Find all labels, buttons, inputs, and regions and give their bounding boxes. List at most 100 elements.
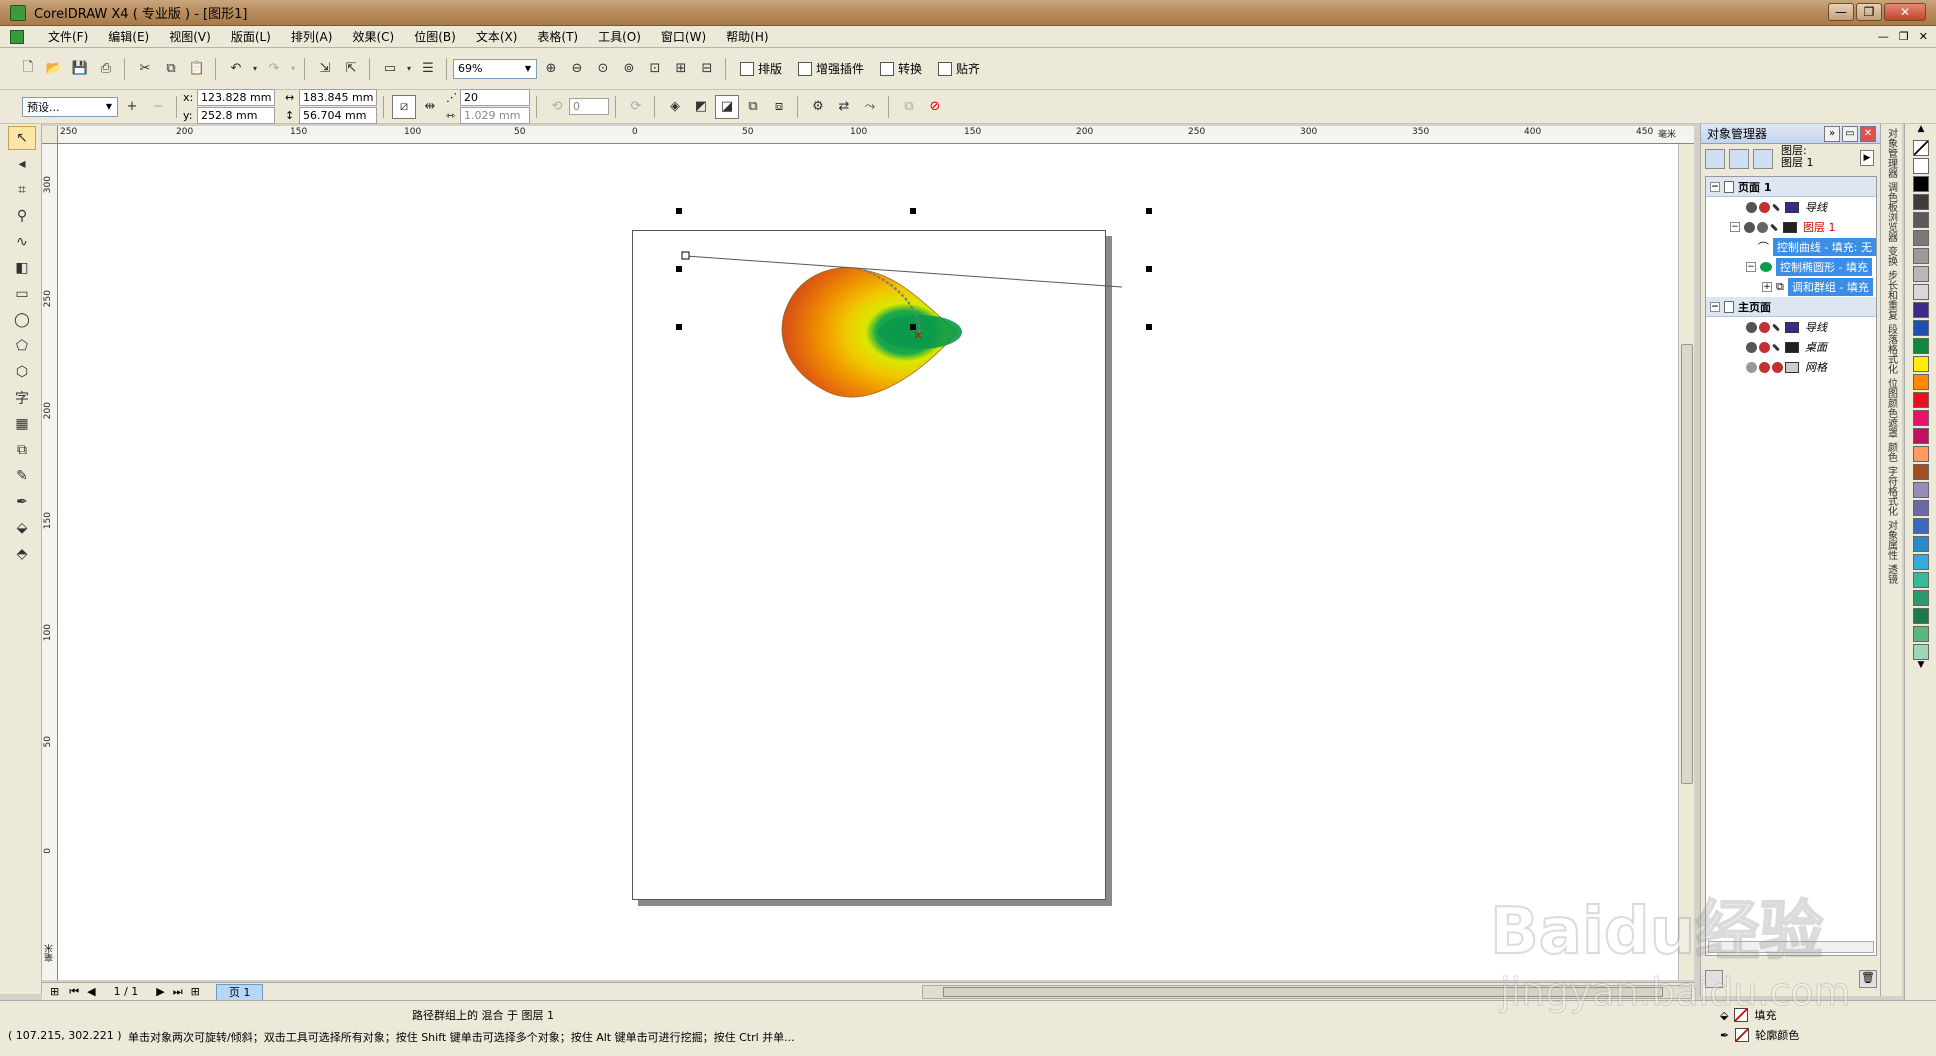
palette-color-swatch[interactable] — [1913, 446, 1929, 462]
collapse-toggle-icon[interactable]: − — [1730, 222, 1740, 232]
tree-page-1[interactable]: − 页面 1 — [1706, 177, 1876, 197]
blend-direction-icon[interactable]: ⟲ — [545, 95, 569, 119]
smart-fill-tool-icon[interactable]: ◧ — [8, 256, 36, 280]
page-tab[interactable]: 页 1 — [215, 983, 264, 1000]
menu-arrange[interactable]: 排列(A) — [281, 27, 343, 47]
edit-across-layers-icon[interactable] — [1729, 149, 1749, 169]
start-end-properties-icon[interactable]: ⇄ — [832, 95, 856, 119]
eyedropper-tool-icon[interactable]: ✎ — [8, 464, 36, 488]
blend-direction-field[interactable]: 0 — [569, 98, 609, 115]
zoom-height-icon[interactable]: ⊟ — [695, 57, 719, 81]
menu-file[interactable]: 文件(F) — [38, 27, 98, 47]
horizontal-scrollbar[interactable] — [922, 985, 1692, 999]
blend-spacing-icon[interactable]: ⇹ — [418, 95, 442, 119]
collapse-toggle-icon[interactable]: − — [1710, 301, 1720, 312]
redo-icon[interactable]: ↷ — [262, 57, 286, 81]
palette-color-swatch[interactable] — [1913, 518, 1929, 534]
undo-dropdown-icon[interactable]: ▾ — [250, 57, 260, 81]
width-field[interactable]: 183.845 mm — [299, 89, 377, 106]
palette-color-swatch[interactable] — [1913, 464, 1929, 480]
next-page-icon[interactable]: ▶ — [156, 985, 164, 998]
palette-color-swatch[interactable] — [1913, 248, 1929, 264]
crop-tool-icon[interactable]: ⌗ — [8, 178, 36, 202]
table-tool-icon[interactable]: ▦ — [8, 412, 36, 436]
palette-color-swatch[interactable] — [1913, 500, 1929, 516]
layer-color-swatch[interactable] — [1785, 201, 1799, 213]
minimize-button[interactable]: — — [1828, 3, 1854, 21]
palette-color-swatch[interactable] — [1913, 590, 1929, 606]
copy-blend-icon[interactable]: ⧉ — [897, 95, 921, 119]
menu-text[interactable]: 文本(X) — [466, 27, 528, 47]
expand-toggle-icon[interactable]: + — [1762, 282, 1772, 292]
menu-window[interactable]: 窗口(W) — [651, 27, 716, 47]
tab-character-format[interactable]: 字符格式化 — [1885, 466, 1899, 516]
welcome-screen-icon[interactable]: ☰ — [416, 57, 440, 81]
basic-shapes-tool-icon[interactable]: ⬡ — [8, 360, 36, 384]
palette-color-swatch[interactable] — [1913, 284, 1929, 300]
edit-disabled-icon[interactable] — [1772, 361, 1783, 373]
menu-layout[interactable]: 版面(L) — [221, 27, 281, 47]
palette-color-swatch[interactable] — [1913, 176, 1929, 192]
drawing-canvas[interactable]: × — [58, 144, 1678, 980]
interactive-blend-tool-icon[interactable]: ⧉ — [8, 438, 36, 462]
last-page-icon[interactable]: ⏭ — [173, 985, 183, 999]
launcher-dropdown-icon[interactable]: ▾ — [404, 57, 414, 81]
preset-combo[interactable]: 预设... ▼ — [22, 96, 118, 117]
doc-minimize-button[interactable]: — — [1878, 30, 1889, 43]
palette-scroll-up-icon[interactable]: ▲ — [1913, 124, 1929, 138]
docker-minimize-icon[interactable]: ▭ — [1842, 126, 1858, 142]
cut-icon[interactable]: ✂ — [133, 57, 157, 81]
add-preset-icon[interactable]: + — [120, 95, 144, 119]
copy-icon[interactable]: ⧉ — [159, 57, 183, 81]
palette-color-swatch[interactable] — [1913, 194, 1929, 210]
docker-close-icon[interactable]: ✕ — [1860, 126, 1876, 142]
save-icon[interactable]: 💾 — [68, 57, 92, 81]
menu-help[interactable]: 帮助(H) — [716, 27, 778, 47]
menu-edit[interactable]: 编辑(E) — [98, 27, 159, 47]
palette-color-swatch[interactable] — [1913, 158, 1929, 174]
docker-expand-icon[interactable]: » — [1824, 126, 1840, 142]
zoom-width-icon[interactable]: ⊞ — [669, 57, 693, 81]
doc-restore-button[interactable]: ❐ — [1899, 30, 1909, 43]
direct-blend-icon[interactable]: ◈ — [663, 95, 687, 119]
palette-color-swatch[interactable] — [1913, 320, 1929, 336]
close-button[interactable]: ✕ — [1884, 3, 1926, 21]
palette-color-swatch[interactable] — [1913, 302, 1929, 318]
layer-color-swatch[interactable] — [1785, 321, 1799, 333]
palette-color-swatch[interactable] — [1913, 212, 1929, 228]
palette-color-swatch[interactable] — [1913, 374, 1929, 390]
add-page-icon[interactable]: ⊞ — [50, 985, 59, 998]
ellipse-tool-icon[interactable]: ◯ — [8, 308, 36, 332]
palette-color-swatch[interactable] — [1913, 356, 1929, 372]
edit-pencil-icon[interactable] — [1772, 343, 1780, 351]
export-icon[interactable]: ⇱ — [339, 57, 363, 81]
visibility-eye-icon[interactable] — [1744, 221, 1755, 233]
tree-horizontal-scrollbar[interactable] — [1708, 941, 1874, 953]
remove-preset-icon[interactable]: − — [146, 95, 170, 119]
object-color-acceleration-icon[interactable]: ⧉ — [741, 95, 765, 119]
x-position-field[interactable]: 123.828 mm — [197, 89, 275, 106]
layer-color-swatch[interactable] — [1785, 361, 1799, 373]
interactive-fill-tool-icon[interactable]: ⬘ — [8, 542, 36, 566]
rectangle-tool-icon[interactable]: ▭ — [8, 282, 36, 306]
document-icon[interactable] — [10, 29, 24, 44]
misc-blend-options-icon[interactable]: ⚙ — [806, 95, 830, 119]
freehand-tool-icon[interactable]: ∿ — [8, 230, 36, 254]
outline-indicator[interactable]: ✒ 轮廓颜色 — [1720, 1027, 1799, 1043]
edit-pencil-icon[interactable] — [1770, 223, 1778, 231]
print-disabled-icon[interactable] — [1759, 361, 1770, 373]
menu-bitmaps[interactable]: 位图(B) — [404, 27, 466, 47]
delete-icon[interactable]: 🗑 — [1859, 970, 1877, 988]
palette-color-swatch[interactable] — [1913, 572, 1929, 588]
palette-color-swatch[interactable] — [1913, 482, 1929, 498]
doc-close-button[interactable]: ✕ — [1919, 30, 1928, 43]
layer-manager-view-icon[interactable] — [1753, 149, 1773, 169]
tree-layer-1[interactable]: − 图层 1 — [1706, 217, 1876, 237]
palette-color-swatch[interactable] — [1913, 554, 1929, 570]
palette-color-swatch[interactable] — [1913, 338, 1929, 354]
menu-effects[interactable]: 效果(C) — [342, 27, 404, 47]
blend-steps-field[interactable]: 20 — [460, 89, 530, 106]
ruler-corner[interactable] — [42, 126, 58, 144]
collapse-toggle-icon[interactable]: − — [1746, 262, 1756, 272]
plugin-convert-button[interactable]: 转换 — [872, 57, 930, 81]
